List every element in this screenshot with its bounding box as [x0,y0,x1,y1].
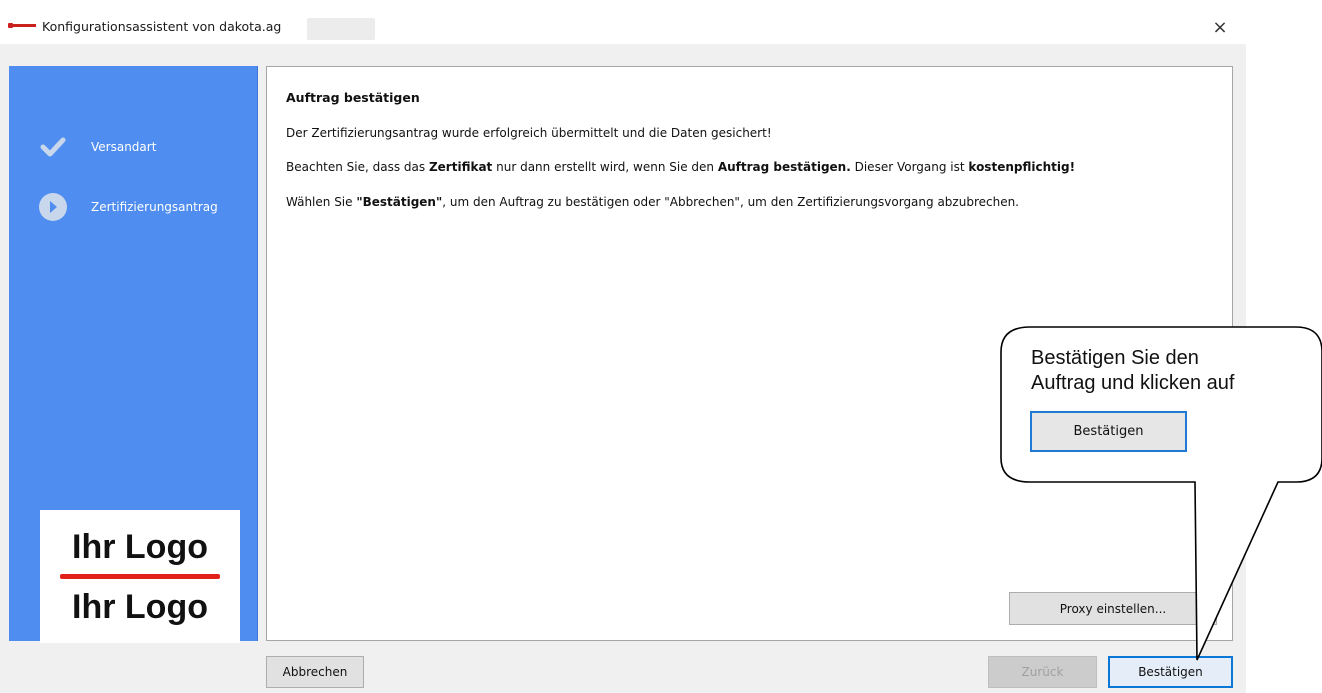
callout-confirm-button-illustration: Bestätigen [1030,411,1187,452]
status-message: Der Zertifizierungsantrag wurde erfolgre… [286,126,772,140]
step-versandart: Versandart [39,132,156,162]
instruction-message: Wählen Sie "Bestätigen", um den Auftrag … [286,195,1019,209]
arrow-right-circle-icon [39,193,67,221]
step-zertifizierungsantrag: Zertifizierungsantrag [39,192,218,222]
check-icon [39,133,67,161]
company-logo: Ihr Logo Ihr Logo [40,510,240,643]
logo-divider [60,574,220,579]
close-button[interactable]: × [1208,16,1232,40]
step-label: Versandart [91,140,157,154]
confirm-button[interactable]: Bestätigen [1108,656,1233,688]
redacted-area [307,18,375,40]
proxy-settings-button[interactable]: Proxy einstellen... [1009,592,1217,625]
sidebar: Versandart Zertifizierungsantrag Ihr Log… [9,66,258,643]
info-message: Beachten Sie, dass das Zertifikat nur da… [286,160,1076,174]
step-label: Zertifizierungsantrag [91,200,218,214]
title-bar: Konfigurationsassistent von dakota.ag × [0,0,1322,44]
logo-text: Ihr Logo [72,588,208,626]
callout-text: Bestätigen Sie den Auftrag und klicken a… [1031,347,1235,394]
logo-text: Ihr Logo [72,528,208,566]
back-button[interactable]: Zurück [988,656,1097,688]
cancel-button[interactable]: Abbrechen [266,656,364,688]
window-title: Konfigurationsassistent von dakota.ag [42,19,282,34]
app-icon [8,23,36,28]
page-heading: Auftrag bestätigen [286,90,420,105]
